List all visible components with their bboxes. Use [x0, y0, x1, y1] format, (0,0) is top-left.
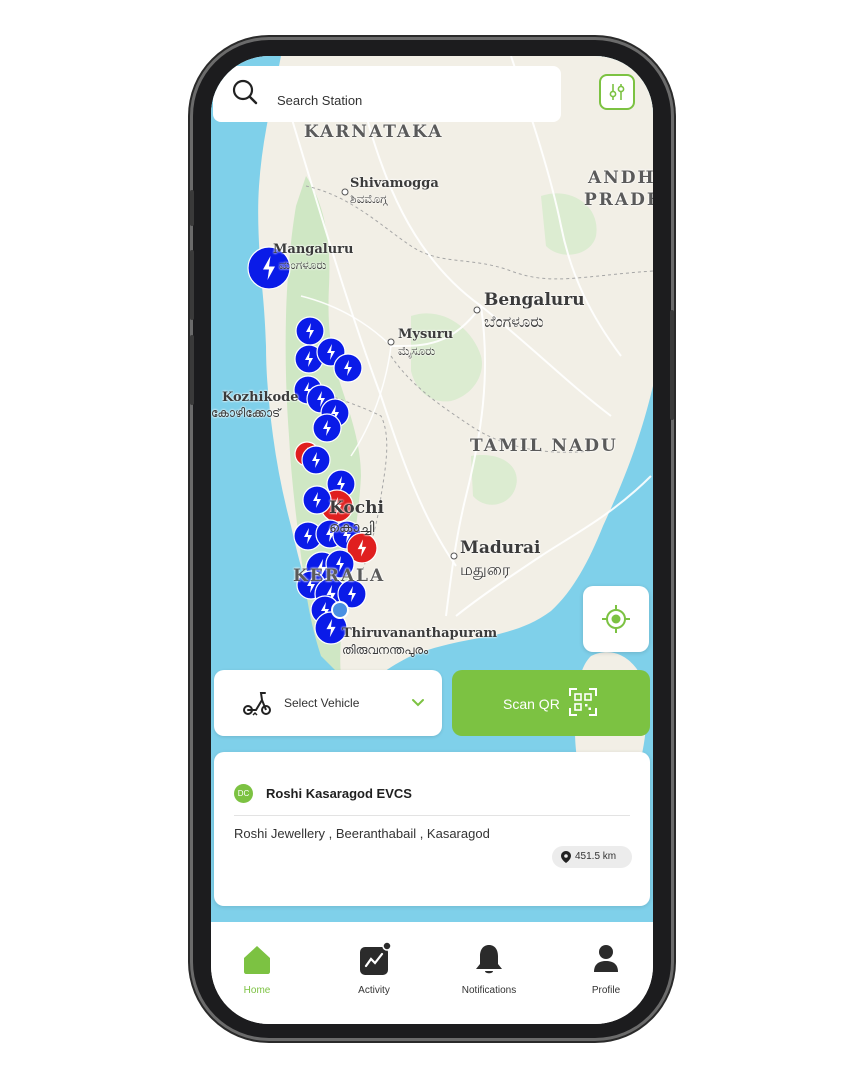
locate-me-button[interactable] — [583, 586, 649, 652]
nav-activity[interactable]: Activity — [334, 941, 414, 996]
power-button — [670, 310, 674, 420]
station-marker[interactable] — [333, 353, 363, 383]
city-native-mangaluru: ಮಂಗಳೂರು — [279, 258, 327, 272]
crosshair-icon — [602, 605, 630, 633]
volume-up-button — [190, 250, 194, 320]
city-label-mangaluru: Mangaluru — [273, 242, 354, 257]
city-native-shivamogga: ಶಿವಮೊಗ್ಗ — [350, 192, 388, 206]
city-label-thiruvananthapuram: Thiruvananthapuram — [342, 626, 498, 641]
city-label-bengaluru: Bengaluru — [484, 290, 585, 310]
nav-profile[interactable]: Profile — [566, 942, 646, 996]
nav-profile-label: Profile — [591, 985, 621, 996]
search-bar[interactable]: Search Station — [213, 66, 561, 122]
city-label-kozhikode: Kozhikode — [222, 390, 299, 405]
scooter-icon — [243, 692, 271, 716]
filter-button[interactable] — [599, 74, 635, 110]
city-label-kochi: Kochi — [329, 498, 384, 518]
scan-qr-label: Scan QR — [503, 696, 560, 712]
bell-icon — [476, 945, 502, 974]
side-button — [190, 190, 194, 226]
city-native-kozhikode: കോഴിക്കോട് — [211, 406, 281, 420]
search-icon — [232, 79, 258, 105]
distance-value: 451.5 km — [575, 851, 617, 862]
station-marker[interactable] — [302, 485, 332, 515]
station-name: Roshi Kasaragod EVCS — [266, 786, 412, 801]
chevron-down-icon — [412, 699, 424, 707]
city-native-mysuru: ಮೈಸೂರು — [398, 344, 436, 358]
map-label-kerala: KERALA — [293, 566, 386, 586]
app-screen: KARNATAKA ANDHR PRADE TAMIL NADU KERALA … — [211, 56, 653, 1024]
select-vehicle-dropdown[interactable]: Select Vehicle — [214, 670, 442, 736]
nav-activity-label: Activity — [358, 985, 390, 996]
scan-qr-button[interactable]: Scan QR — [452, 670, 650, 736]
distance-badge: 451.5 km — [552, 846, 632, 868]
nav-home-label: Home — [243, 985, 271, 996]
nav-notifications-label: Notifications — [461, 985, 517, 996]
station-marker[interactable] — [312, 413, 342, 443]
activity-icon — [360, 941, 392, 975]
select-vehicle-label: Select Vehicle — [284, 696, 360, 710]
bottom-nav: Home Activity Notifications Profile — [211, 922, 653, 1024]
city-native-madurai: மதுரை — [460, 560, 511, 579]
city-native-thiruvananthapuram: തിരുവനന്തപുരം — [342, 643, 429, 657]
divider — [234, 815, 630, 816]
map-label-tamil-nadu: TAMIL NADU — [470, 436, 618, 456]
volume-down-button — [190, 335, 194, 405]
station-card[interactable]: DC Roshi Kasaragod EVCS Roshi Jewellery … — [214, 752, 650, 906]
city-label-shivamogga: Shivamogga — [350, 176, 439, 191]
charger-type-badge: DC — [234, 784, 253, 803]
location-pin-icon — [561, 851, 571, 863]
search-input[interactable]: Search Station — [277, 93, 362, 108]
station-marker[interactable] — [295, 316, 325, 346]
map-label-andhra: ANDHR — [588, 168, 653, 188]
city-label-madurai: Madurai — [460, 538, 541, 558]
nav-home[interactable]: Home — [217, 942, 297, 996]
sliders-icon — [609, 84, 625, 100]
qr-icon — [569, 688, 597, 716]
city-label-mysuru: Mysuru — [398, 327, 454, 342]
map-label-pradesh: PRADE — [584, 190, 653, 210]
profile-icon — [594, 945, 618, 972]
station-address: Roshi Jewellery , Beeranthabail , Kasara… — [234, 826, 490, 841]
station-marker[interactable] — [301, 445, 331, 475]
city-native-bengaluru: ಬೆಂಗಳೂರು — [484, 312, 544, 331]
city-native-kochi: കൊച്ചി — [329, 520, 375, 536]
home-icon — [244, 946, 270, 974]
map-label-karnataka: KARNATAKA — [304, 122, 444, 142]
nav-notifications[interactable]: Notifications — [449, 942, 529, 996]
